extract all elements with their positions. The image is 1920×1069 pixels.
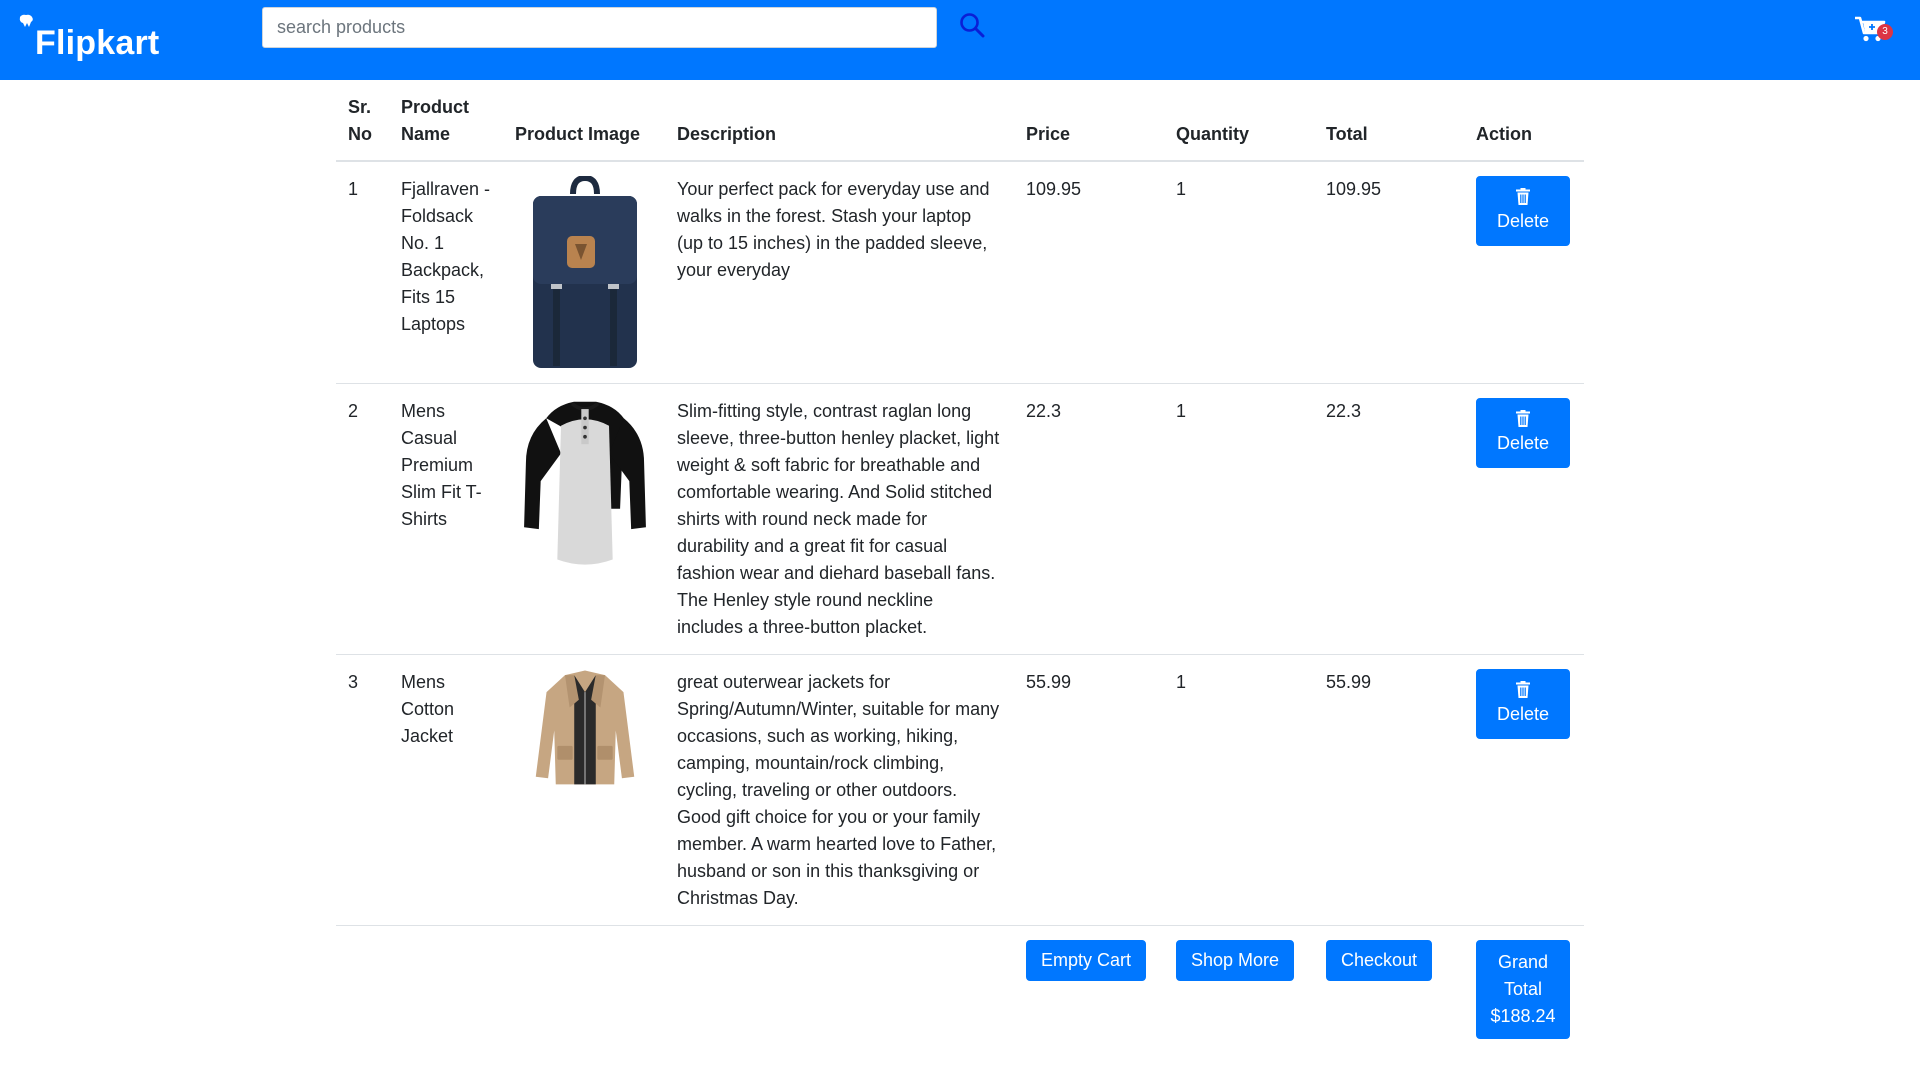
header-price: Price <box>1014 94 1164 162</box>
header-total: Total <box>1314 94 1464 162</box>
cell-price: 55.99 <box>1014 654 1164 926</box>
cell-shop-more: Shop More <box>1164 926 1314 1052</box>
table-row: 3 Mens Cotton Jacket great outerwear jac… <box>336 654 1584 926</box>
cell-quantity: 1 <box>1164 654 1314 926</box>
cell-total: 109.95 <box>1314 161 1464 384</box>
cart-count-badge: 3 <box>1877 24 1893 40</box>
cell-empty-cart: Empty Cart <box>1014 926 1164 1052</box>
brand-name: Flipkart <box>35 24 160 62</box>
trash-icon <box>1516 187 1530 205</box>
header-product-image: Product Image <box>503 94 665 162</box>
cell-checkout: Checkout <box>1314 926 1464 1052</box>
empty-cart-button[interactable]: Empty Cart <box>1026 940 1147 981</box>
cell-product-image <box>503 161 665 384</box>
search-input[interactable] <box>262 7 937 48</box>
cell-description: Slim-fitting style, contrast raglan long… <box>665 383 1014 655</box>
table-header-row: Sr. No Product Name Product Image Descri… <box>336 94 1584 162</box>
cell-action: Delete <box>1464 161 1584 384</box>
cell-price: 22.3 <box>1014 383 1164 655</box>
navbar: Flipkart 3 <box>0 0 1920 80</box>
header-description: Description <box>665 94 1014 162</box>
cart-table: Sr. No Product Name Product Image Descri… <box>336 94 1584 1051</box>
cell-quantity: 1 <box>1164 383 1314 655</box>
grand-total-value: $188.24 <box>1490 1006 1556 1026</box>
backpack-image <box>533 176 637 368</box>
cell-total: 55.99 <box>1314 654 1464 926</box>
delete-button[interactable]: Delete <box>1476 398 1570 468</box>
grand-total-label-line1: Grand <box>1497 952 1549 972</box>
cell-product-name: Mens Cotton Jacket <box>389 654 503 926</box>
table-row: 1 Fjallraven - Foldsack No. 1 Backpack, … <box>336 161 1584 384</box>
delete-button-label: Delete <box>1496 703 1550 724</box>
header-sr-no: Sr. No <box>336 94 389 162</box>
cell-description: great outerwear jackets for Spring/Autum… <box>665 654 1014 926</box>
header-action: Action <box>1464 94 1584 162</box>
cell-grand-total: Grand Total $188.24 <box>1464 926 1584 1052</box>
shop-more-button[interactable]: Shop More <box>1176 940 1295 981</box>
search-button[interactable] <box>958 12 986 40</box>
cell-product-image <box>503 383 665 655</box>
trash-icon <box>1516 680 1530 698</box>
cell-action: Delete <box>1464 383 1584 655</box>
cell-sr-no: 3 <box>336 654 389 926</box>
cotton-jacket-image <box>535 670 635 785</box>
brand-logo-icon <box>19 14 33 27</box>
cell-product-name: Fjallraven - Foldsack No. 1 Backpack, Fi… <box>389 161 503 384</box>
delete-button[interactable]: Delete <box>1476 176 1570 246</box>
delete-button-label: Delete <box>1496 210 1550 231</box>
cell-quantity: 1 <box>1164 161 1314 384</box>
cell-product-name: Mens Casual Premium Slim Fit T-Shirts <box>389 383 503 655</box>
trash-icon <box>1516 409 1530 427</box>
checkout-button[interactable]: Checkout <box>1326 940 1433 981</box>
henley-shirt-image <box>524 401 646 565</box>
cell-sr-no: 1 <box>336 161 389 384</box>
grand-total-button[interactable]: Grand Total $188.24 <box>1476 940 1570 1039</box>
delete-button[interactable]: Delete <box>1476 669 1570 739</box>
cell-product-image <box>503 654 665 926</box>
header-product-name: Product Name <box>389 94 503 162</box>
cell-action: Delete <box>1464 654 1584 926</box>
cell-sr-no: 2 <box>336 383 389 655</box>
cell-total: 22.3 <box>1314 383 1464 655</box>
delete-button-label: Delete <box>1496 432 1550 453</box>
table-row: 2 Mens Casual Premium Slim Fit T-Shirts … <box>336 383 1584 655</box>
search-icon <box>960 13 985 38</box>
cart-footer-row: Empty Cart Shop More Checkout Grand Tota… <box>336 926 1584 1052</box>
cell-description: Your perfect pack for everyday use and w… <box>665 161 1014 384</box>
cell-price: 109.95 <box>1014 161 1164 384</box>
grand-total-label-line2: Total <box>1503 979 1543 999</box>
header-quantity: Quantity <box>1164 94 1314 162</box>
